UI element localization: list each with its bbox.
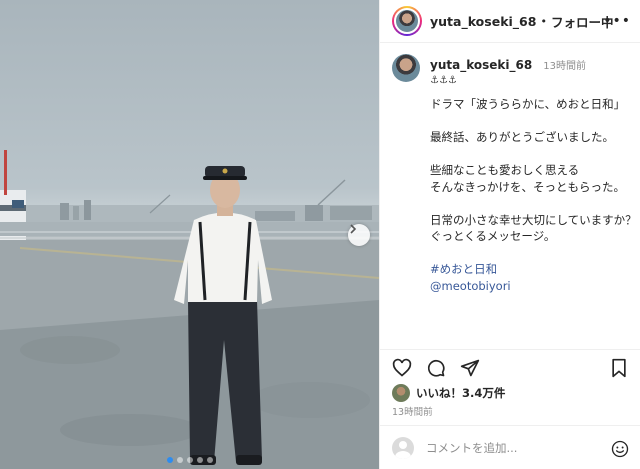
- likes-count[interactable]: いいね！3.4万件: [416, 385, 505, 401]
- bookmark-icon[interactable]: [609, 358, 629, 378]
- caption-text: ドラマ「波うららかに、めおと日和」 最終話、ありがとうございました。 些細なこと…: [430, 96, 640, 311]
- caption-line: ぐっとくるメッセージ。: [430, 229, 556, 243]
- next-photo-button[interactable]: [348, 224, 370, 246]
- caption-line: ドラマ「波うららかに、めおと日和」: [430, 97, 626, 111]
- mention-link[interactable]: @meotobiyori: [430, 278, 640, 295]
- carousel-dots: [0, 457, 379, 463]
- ellipsis-icon[interactable]: •••: [603, 13, 631, 29]
- carousel-dot: [186, 457, 193, 463]
- liker-avatar: [392, 384, 410, 402]
- comment-icon[interactable]: [426, 358, 446, 378]
- share-icon[interactable]: [460, 358, 480, 378]
- likes-row[interactable]: いいね！3.4万件: [392, 384, 505, 402]
- comment-input[interactable]: [426, 441, 596, 455]
- posted-time: 13時間前: [392, 407, 433, 418]
- caption-line: 日常の小さな幸せ大切にしていますか？: [430, 212, 637, 227]
- chevron-right-icon: [350, 224, 357, 234]
- carousel-dot: [206, 457, 213, 463]
- heart-icon[interactable]: [392, 358, 412, 378]
- profile-avatar[interactable]: [392, 6, 422, 36]
- carousel-dot: [196, 457, 203, 463]
- post-actions: いいね！3.4万件 13時間前: [380, 349, 640, 469]
- comment-bar: [380, 425, 640, 469]
- carousel-dot: [166, 457, 173, 463]
- caption: yuta_koseki_68 13時間前 ⚓⚓⚓: [392, 54, 632, 86]
- carousel-dot: [176, 457, 183, 463]
- caption-line: 最終話、ありがとうございました。: [430, 130, 614, 144]
- caption-line: 些細なことも愛おしく思える: [430, 163, 580, 177]
- photo-scene: [0, 150, 379, 469]
- caption-time: 13時間前: [543, 61, 587, 72]
- caption-line: そんなきっかけを、そっともらった。: [430, 179, 626, 194]
- post-photo[interactable]: [0, 0, 379, 469]
- smiley-icon[interactable]: [611, 440, 629, 458]
- caption-username[interactable]: yuta_koseki_68: [430, 58, 532, 72]
- avatar-image: [394, 8, 420, 34]
- header-separator: •: [540, 14, 547, 28]
- caption-emoji: ⚓⚓⚓: [430, 75, 457, 86]
- user-avatar-icon: [392, 437, 414, 459]
- header-username[interactable]: yuta_koseki_68: [430, 14, 536, 29]
- post-panel: yuta_koseki_68 • フォロー中 ••• yuta_koseki_6…: [379, 0, 640, 469]
- instagram-post: yuta_koseki_68 • フォロー中 ••• yuta_koseki_6…: [0, 0, 640, 469]
- caption-avatar[interactable]: [392, 54, 420, 82]
- post-header: yuta_koseki_68 • フォロー中 •••: [380, 0, 640, 43]
- hashtag-link[interactable]: #めおと日和: [430, 261, 640, 278]
